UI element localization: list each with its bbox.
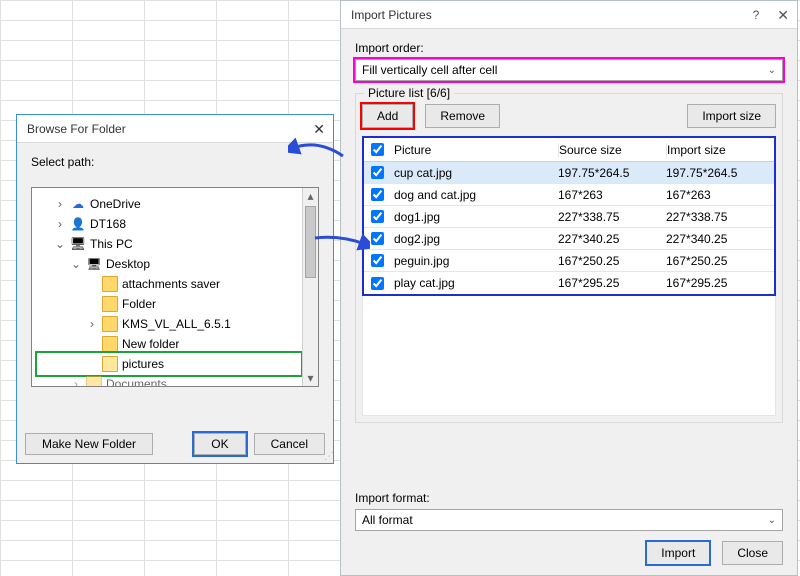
folder-open-icon: [102, 356, 118, 372]
collapse-icon[interactable]: ⌄: [70, 257, 82, 271]
table-row[interactable]: cup cat.jpg 197.75*264.5 197.75*264.5: [364, 162, 774, 184]
close-button[interactable]: Close: [722, 541, 783, 565]
scroll-up-icon[interactable]: ▴: [303, 188, 318, 204]
collapse-icon[interactable]: ⌄: [54, 237, 66, 251]
folder-icon: [102, 316, 118, 332]
pc-icon: [70, 236, 86, 252]
folder-icon: [86, 376, 102, 386]
remove-button[interactable]: Remove: [425, 104, 500, 128]
expand-icon[interactable]: ›: [70, 377, 82, 386]
table-row[interactable]: dog and cat.jpg 167*263 167*263: [364, 184, 774, 206]
row-checkbox[interactable]: [371, 232, 384, 245]
import-format-combo[interactable]: All format ⌄: [355, 509, 783, 531]
close-icon[interactable]: ✕: [313, 115, 325, 143]
tree-node-onedrive[interactable]: ›OneDrive: [38, 194, 300, 214]
scroll-down-icon[interactable]: ▾: [303, 370, 318, 386]
browse-folder-dialog: Browse For Folder ✕ Select path: ›OneDri…: [16, 114, 334, 464]
row-checkbox[interactable]: [371, 188, 384, 201]
cancel-button[interactable]: Cancel: [254, 433, 325, 455]
chevron-down-icon: ⌄: [768, 65, 776, 76]
tree-node-pictures[interactable]: pictures: [38, 354, 300, 374]
close-icon[interactable]: ✕: [777, 1, 789, 29]
chevron-down-icon: ⌄: [768, 515, 776, 526]
tree-node-documents[interactable]: ›Documents: [38, 374, 300, 386]
expand-icon[interactable]: ›: [54, 217, 66, 231]
import-format-label: Import format:: [355, 491, 783, 505]
table-row[interactable]: peguin.jpg 167*250.25 167*250.25: [364, 250, 774, 272]
tree-node-folder[interactable]: New folder: [38, 334, 300, 354]
table-row[interactable]: play cat.jpg 167*295.25 167*295.25: [364, 272, 774, 294]
tree-node-thispc[interactable]: ⌄This PC: [38, 234, 300, 254]
folder-tree[interactable]: ›OneDrive ›DT168 ⌄This PC ⌄Desktop attac…: [32, 188, 302, 386]
table-empty-area: [362, 296, 776, 416]
folder-icon: [102, 276, 118, 292]
make-new-folder-button[interactable]: Make New Folder: [25, 433, 153, 455]
row-checkbox[interactable]: [371, 210, 384, 223]
help-icon[interactable]: ?: [753, 1, 760, 29]
import-button[interactable]: Import: [646, 541, 710, 565]
import-order-combo[interactable]: Fill vertically cell after cell ⌄: [355, 59, 783, 81]
picture-list-legend: Picture list [6/6]: [364, 86, 454, 100]
row-checkbox[interactable]: [371, 277, 384, 290]
import-format-value: All format: [362, 513, 413, 527]
user-icon: [70, 216, 86, 232]
import-pictures-dialog: Import Pictures ? ✕ Import order: Fill v…: [340, 0, 798, 576]
import-title: Import Pictures: [351, 1, 432, 29]
tree-node-dt168[interactable]: ›DT168: [38, 214, 300, 234]
table-header-row: Picture Source size Import size: [364, 138, 774, 162]
row-checkbox[interactable]: [371, 166, 384, 179]
table-row[interactable]: dog1.jpg 227*338.75 227*338.75: [364, 206, 774, 228]
picture-list-group: Picture list [6/6] Add Remove Import siz…: [355, 93, 783, 423]
browse-titlebar[interactable]: Browse For Folder ✕: [17, 115, 333, 143]
desktop-icon: [86, 256, 102, 272]
tree-node-folder[interactable]: ›KMS_VL_ALL_6.5.1: [38, 314, 300, 334]
tree-scrollbar[interactable]: ▴ ▾: [302, 188, 318, 386]
browse-title: Browse For Folder: [27, 115, 126, 143]
row-checkbox[interactable]: [371, 254, 384, 267]
folder-icon: [102, 296, 118, 312]
tree-node-desktop[interactable]: ⌄Desktop: [38, 254, 300, 274]
tree-node-folder[interactable]: Folder: [38, 294, 300, 314]
expand-icon[interactable]: ›: [86, 317, 98, 331]
import-titlebar[interactable]: Import Pictures ? ✕: [341, 1, 797, 29]
ok-button[interactable]: OK: [194, 433, 245, 455]
import-size-button[interactable]: Import size: [687, 104, 776, 128]
expand-icon[interactable]: ›: [54, 197, 66, 211]
resize-grip-icon[interactable]: ⋰: [324, 453, 331, 461]
import-order-value: Fill vertically cell after cell: [362, 63, 497, 77]
cloud-icon: [70, 196, 86, 212]
import-order-label: Import order:: [355, 41, 783, 55]
header-source[interactable]: Source size: [558, 143, 666, 157]
add-button[interactable]: Add: [362, 104, 413, 128]
select-path-label: Select path:: [31, 155, 319, 169]
header-picture[interactable]: Picture: [390, 143, 558, 157]
table-row[interactable]: dog2.jpg 227*340.25 227*340.25: [364, 228, 774, 250]
select-all-checkbox[interactable]: [371, 143, 384, 156]
header-importsize[interactable]: Import size: [666, 143, 774, 157]
picture-table: Picture Source size Import size cup cat.…: [362, 136, 776, 296]
tree-node-folder[interactable]: attachments saver: [38, 274, 300, 294]
scroll-thumb[interactable]: [305, 206, 316, 278]
folder-icon: [102, 336, 118, 352]
